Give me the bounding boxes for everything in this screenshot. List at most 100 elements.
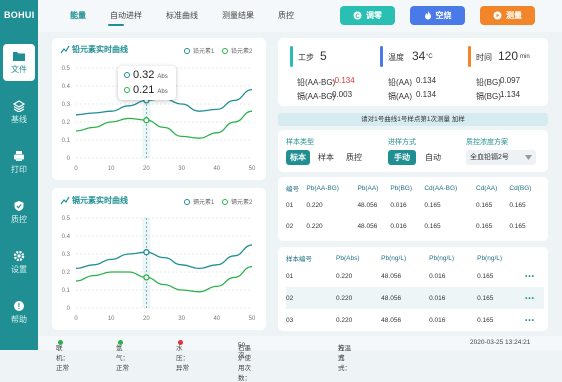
column-header: Pb(ng/L)	[429, 254, 455, 262]
x-tick-label: 20	[143, 316, 150, 322]
series-line-2	[75, 110, 253, 139]
cd-bg-label: 镉(BG)	[476, 92, 501, 101]
measure-button[interactable]: 测量	[480, 6, 535, 25]
legend-marker	[222, 47, 228, 54]
table-row[interactable]: 01 0.220 48.056 0.016 0.165 •••	[286, 265, 544, 287]
sample-type-option-specimen[interactable]: 标本	[286, 150, 310, 165]
cell: 0.016	[390, 202, 407, 209]
tab-results[interactable]: 测量结果	[222, 10, 254, 21]
sidebar-item-label: 设置	[11, 265, 27, 274]
sample-type-option-qc[interactable]: 质控	[342, 150, 366, 165]
svg-text:C: C	[355, 14, 360, 20]
cell: 48.056	[357, 223, 378, 230]
legend-item: 镉元素1	[184, 197, 214, 206]
x-tick-label: 40	[213, 316, 220, 322]
zero-label: 调零	[366, 11, 382, 20]
cell: 0.165	[424, 223, 441, 230]
sidebar-item-label: 打印	[11, 165, 27, 174]
cell: 0.165	[475, 223, 493, 230]
table-row[interactable]: 02 0.220 48.056 0.016 0.165 •••	[286, 287, 544, 309]
legend-label: 镉元素2	[231, 200, 253, 206]
zero-button[interactable]: C 调零	[340, 6, 395, 25]
y-tick-label: 0	[67, 306, 71, 312]
flame-icon	[424, 11, 431, 20]
sidebar-item-label: 文件	[11, 65, 27, 74]
help-icon: !	[14, 301, 24, 311]
status-graphite-count: 50次	[238, 342, 246, 359]
cadmium-chart[interactable]: 0.5 0.4 0.3 0.2 0.1 00 10 20 30 40 50	[52, 208, 266, 330]
column-header: Pb(BG)	[390, 184, 412, 192]
injection-mode-auto[interactable]: 自动	[420, 150, 446, 165]
sidebar-item-baseline[interactable]: 基线	[0, 100, 38, 125]
cell: 0.165	[477, 294, 494, 302]
series1-marker	[124, 72, 130, 78]
svg-text:!: !	[18, 302, 21, 311]
sidebar-item-qc[interactable]: 质控	[0, 200, 38, 225]
more-actions-icon[interactable]: •••	[525, 265, 544, 287]
cd-aa-value: 0.134	[416, 90, 437, 99]
cell: 0.165	[509, 223, 526, 230]
qc-concentration-select[interactable]: 全血铅镉2号	[466, 150, 536, 165]
sidebar-item-settings[interactable]: 设置	[0, 250, 38, 275]
status-bar: 联机：正常 氩气：正常 水压：异常 石墨炉使用次数： 50次 控温方式： 方式一 2…	[38, 336, 562, 382]
legend-item: 铅元素1	[184, 46, 214, 55]
pb-aabg-label: 铅(AA-BG)	[297, 78, 336, 87]
cell: 0.165	[509, 202, 526, 209]
tab-standard-curve[interactable]: 标准曲线	[166, 10, 198, 21]
table-row[interactable]: 01 0.220 48.056 0.016 0.165 0.165 0.165	[286, 195, 544, 216]
y-tick-label: 0.3	[62, 102, 71, 108]
qc-concentration-label: 质控浓度方案	[466, 139, 508, 146]
blank-label: 空烧	[435, 11, 452, 20]
tab-autosampler[interactable]: 自动进样	[110, 10, 142, 21]
column-header: Pb(ng/L)	[381, 254, 407, 262]
table-row[interactable]: 03 0.220 48.056 0.016 0.165 •••	[286, 309, 544, 331]
sidebar-item-help[interactable]: ! 帮助	[0, 300, 38, 325]
tab-energy[interactable]: 能量	[70, 10, 86, 21]
tab-qc[interactable]: 质控	[278, 10, 294, 21]
step-indicator	[290, 46, 293, 67]
y-tick-label: 0.2	[62, 120, 71, 126]
y-tick-label: 0.1	[62, 138, 71, 144]
pb-aa-value: 0.134	[416, 76, 437, 85]
pb-aabg-value: -0.134	[332, 76, 355, 85]
sidebar-item-print[interactable]: 打印	[0, 150, 38, 175]
status-online: 联机：正常	[56, 339, 69, 372]
cell: 48.056	[357, 202, 378, 209]
table-row[interactable]: 02 0.220 48.056 0.016 0.165 0.165 0.165	[286, 216, 544, 237]
y-tick-label: 0.4	[62, 234, 71, 240]
y-tick-label: 0.1	[62, 288, 71, 294]
status-water-text: 水压：异常	[176, 345, 189, 372]
x-tick-label: 10	[108, 166, 115, 172]
table-header-row: 样本编号 Pb(Abs) Pb(ng/L) Pb(ng/L) Pb(ng/L)	[286, 251, 544, 265]
sample-type-option-sample[interactable]: 样本	[314, 150, 338, 165]
chart-title: 铅元素实时曲线	[72, 45, 128, 54]
column-header: 样本编号	[286, 256, 312, 263]
sample-type-label: 样本类型	[286, 139, 314, 146]
cell: 0.016	[390, 223, 407, 230]
sidebar-item-file[interactable]: 文件	[3, 44, 35, 81]
time-value: 120	[498, 49, 519, 63]
cell: 0.220	[336, 316, 353, 324]
status-datetime: 2020-03-25 13:24:21	[470, 339, 531, 346]
sidebar-item-label: 基线	[11, 115, 27, 124]
cd-aa-label: 镉(AA)	[388, 92, 412, 101]
injection-mode-manual[interactable]: 手动	[388, 150, 416, 165]
more-actions-icon[interactable]: •••	[525, 287, 544, 309]
legend-marker	[184, 198, 190, 205]
tooltip-unit: Abs	[157, 89, 168, 95]
column-header: Cd(AA-BG)	[424, 184, 458, 192]
legend-label: 镉元素1	[193, 200, 215, 206]
more-actions-icon[interactable]: •••	[525, 309, 544, 331]
y-tick-label: 0.5	[62, 66, 71, 72]
layers-icon	[13, 100, 25, 112]
chart-title: 镉元素实时曲线	[72, 196, 128, 205]
x-tick-label: 20	[143, 166, 150, 172]
y-tick-label: 0	[67, 156, 71, 162]
pb-bg-value: 0.097	[500, 76, 521, 85]
x-tick-label: 50	[249, 166, 256, 172]
cell: 0.016	[429, 316, 446, 324]
cell: 0.220	[336, 294, 353, 302]
blank-burn-button[interactable]: 空烧	[410, 6, 465, 25]
cell: 0.220	[306, 223, 323, 230]
chevron-down-icon	[525, 155, 532, 160]
